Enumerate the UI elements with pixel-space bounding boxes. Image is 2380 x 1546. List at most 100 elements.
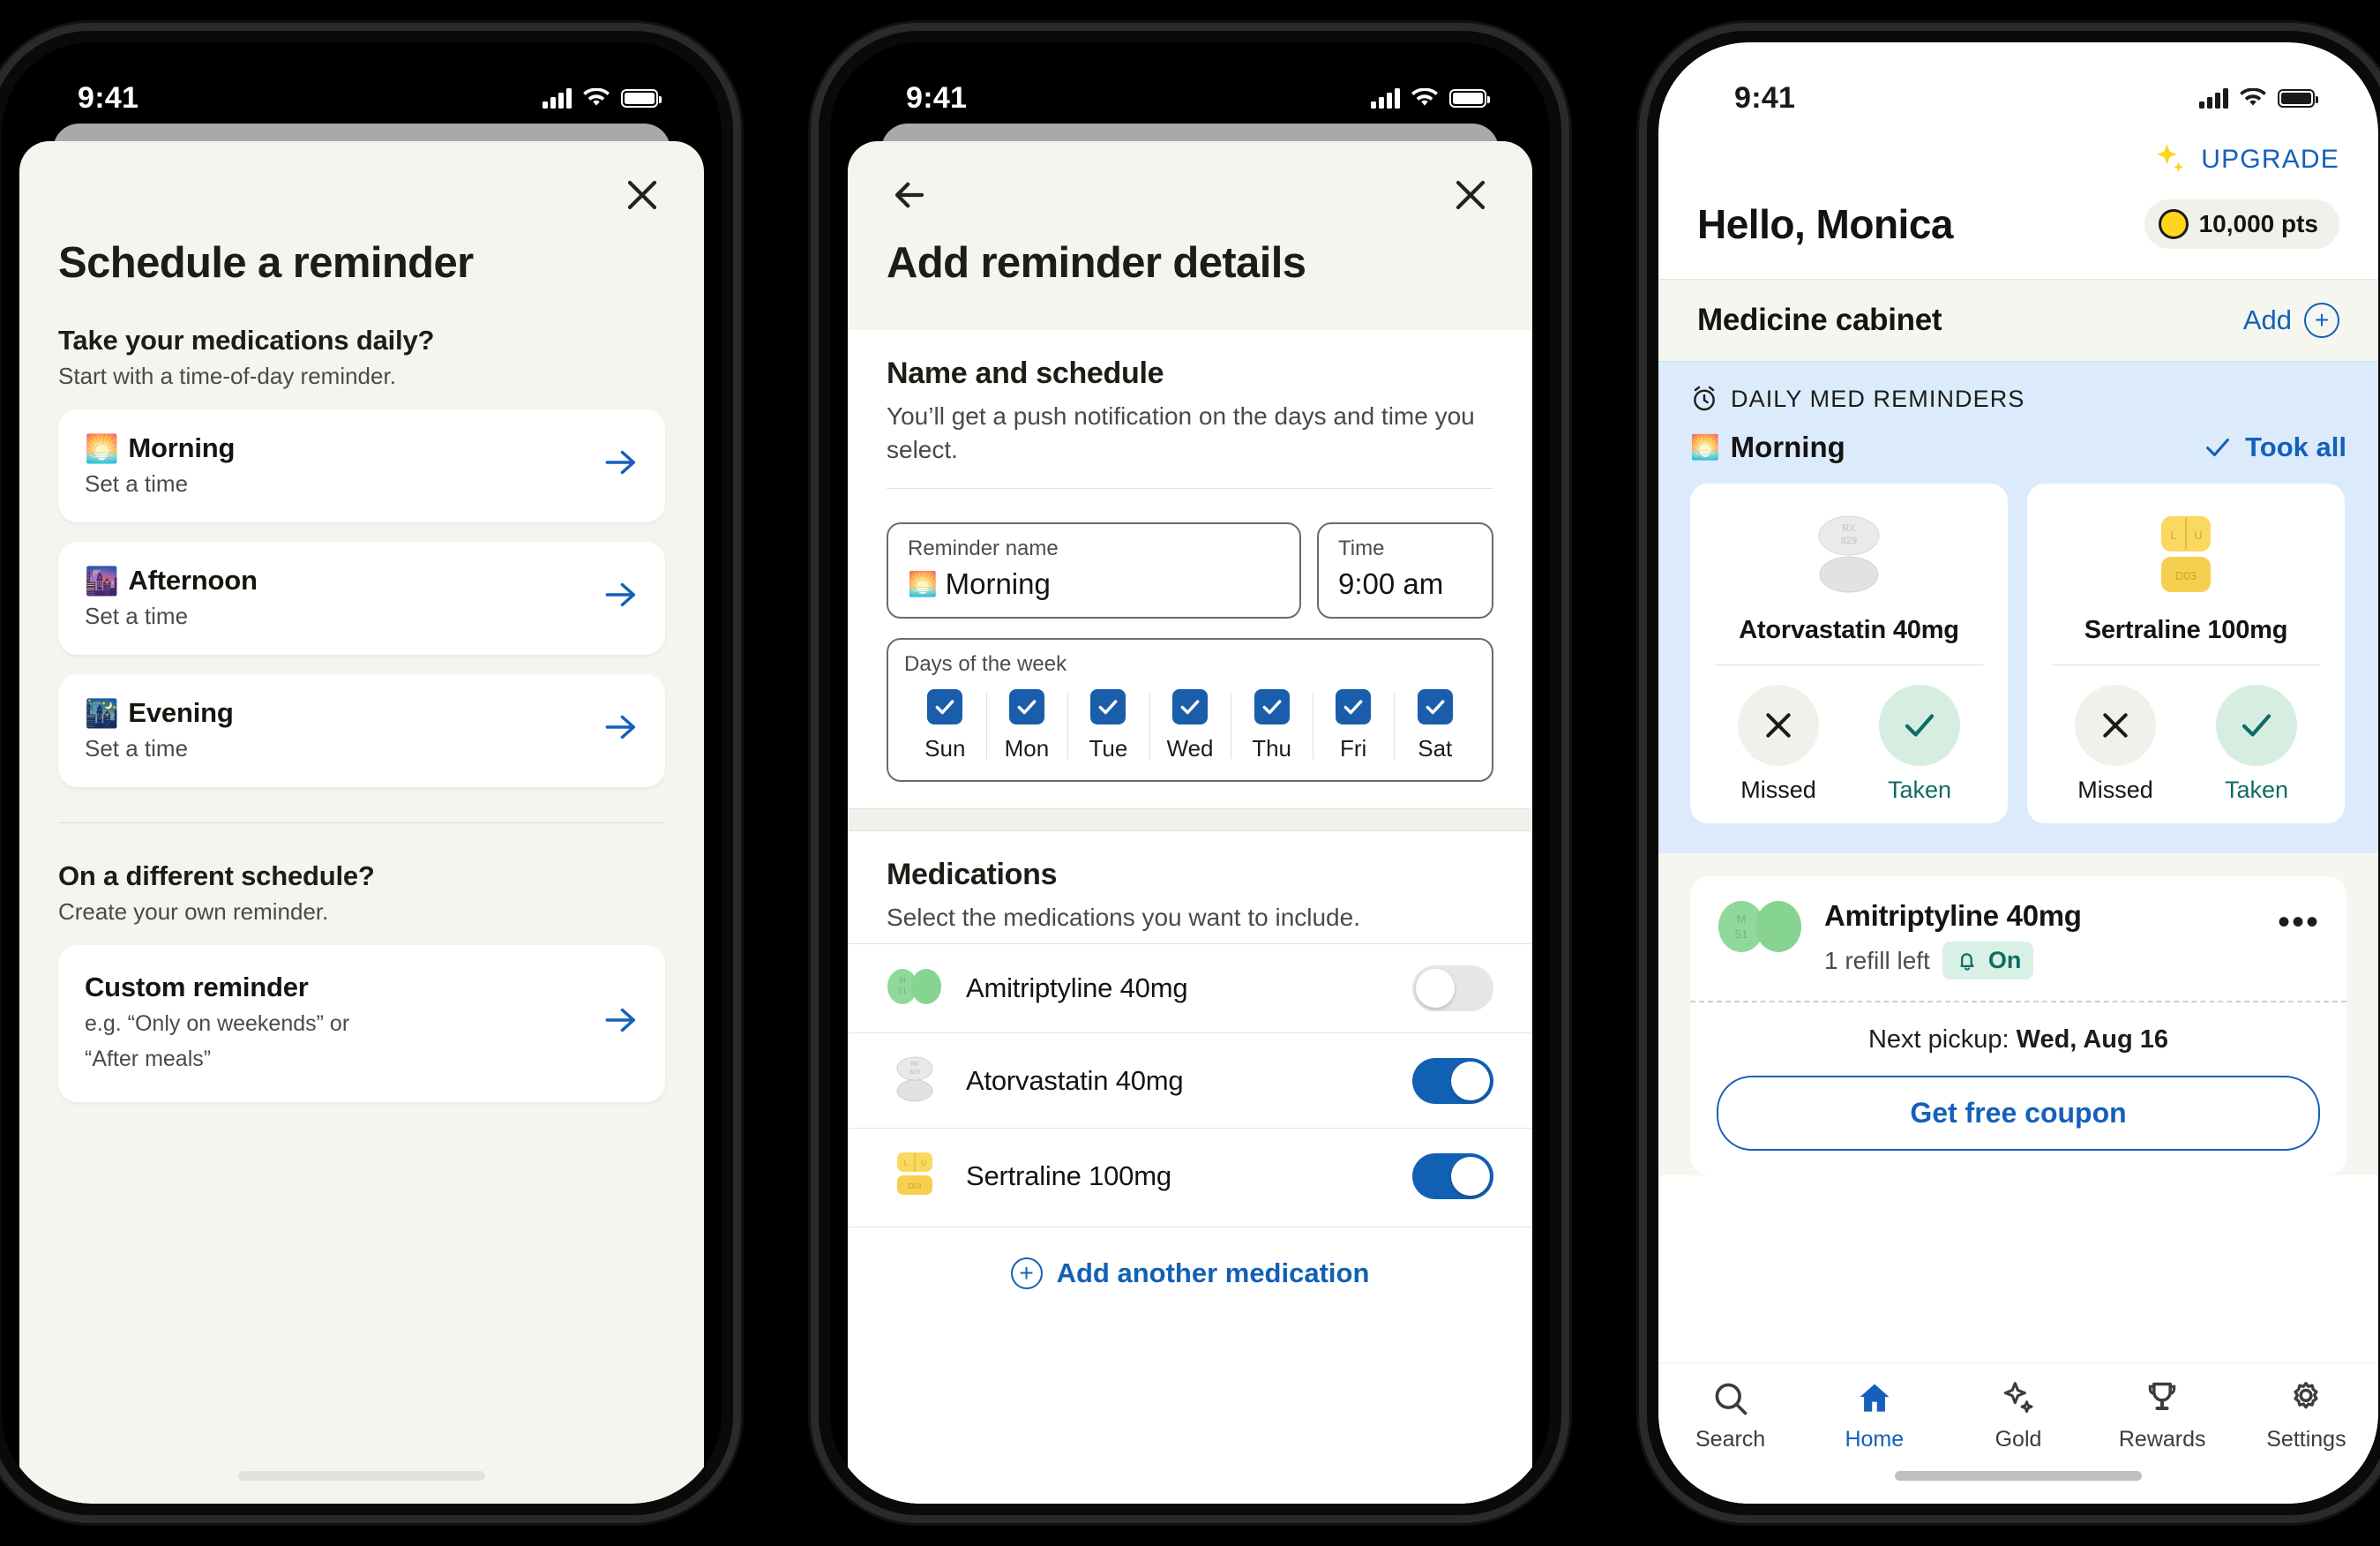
taken-button[interactable]: Taken bbox=[1879, 685, 1960, 804]
reminder-details-sheet: Add reminder details Name and schedule Y… bbox=[848, 141, 1532, 1504]
block-divider bbox=[887, 488, 1493, 490]
sheet-header: Schedule a reminder bbox=[19, 141, 704, 288]
taken-label: Taken bbox=[2224, 777, 2289, 803]
medications-heading: Medications bbox=[887, 858, 1058, 892]
svg-text:RX: RX bbox=[1842, 523, 1856, 534]
status-icons bbox=[543, 87, 662, 109]
svg-text:51: 51 bbox=[898, 987, 907, 995]
reminder-state-badge[interactable]: On bbox=[1942, 942, 2034, 979]
svg-text:U: U bbox=[921, 1160, 926, 1167]
day-checkbox-sat[interactable]: Sat bbox=[1394, 689, 1476, 762]
reminder-med-cards: RX 829 Atorvastatin 40mg Missed Taken L … bbox=[1690, 484, 2346, 823]
days-of-week-list: Sun Mon Tue Wed Thu Fri Sat bbox=[904, 689, 1476, 762]
day-checkbox-wed[interactable]: Wed bbox=[1149, 689, 1231, 762]
upgrade-button[interactable]: UPGRADE bbox=[1697, 134, 2339, 178]
reminder-details-scroll[interactable]: Name and schedule You’ll get a push noti… bbox=[848, 330, 1532, 1504]
svg-text:M: M bbox=[1737, 912, 1747, 926]
svg-text:D03: D03 bbox=[2175, 569, 2197, 582]
status-time: 9:41 bbox=[78, 80, 139, 115]
close-icon[interactable] bbox=[619, 172, 665, 218]
tab-home[interactable]: Home bbox=[1802, 1379, 1946, 1452]
checkbox-checked-icon bbox=[1172, 689, 1209, 725]
phone-1-screen: 9:41 Schedule a reminder Take your medic… bbox=[2, 42, 722, 1504]
medication-row-atorvastatin[interactable]: RX 829 Atorvastatin 40mg bbox=[848, 1032, 1532, 1129]
day-label: Mon bbox=[1004, 735, 1050, 762]
get-free-coupon-button[interactable]: Get free coupon bbox=[1717, 1076, 2320, 1151]
reminder-name-input[interactable]: Reminder name 🌅 Morning bbox=[887, 522, 1301, 619]
reminder-time-input[interactable]: Time 9:00 am bbox=[1317, 522, 1493, 619]
svg-text:L: L bbox=[2170, 529, 2176, 542]
option-morning-text: 🌅 Morning Set a time bbox=[85, 432, 235, 498]
more-options-icon[interactable]: ••• bbox=[2278, 899, 2320, 940]
checkbox-checked-icon bbox=[1008, 689, 1044, 725]
add-another-medication-button[interactable]: + Add another medication bbox=[848, 1227, 1532, 1290]
medication-card-name: Amitriptyline 40mg bbox=[1824, 899, 2082, 932]
tab-settings[interactable]: Settings bbox=[2234, 1379, 2378, 1452]
green-oval-pill-icon: M 51 bbox=[1717, 899, 1805, 954]
add-medication-button[interactable]: Add + bbox=[2243, 303, 2339, 338]
name-schedule-subheading: You’ll get a push notification on the da… bbox=[887, 402, 1475, 464]
svg-text:D03: D03 bbox=[909, 1182, 922, 1190]
medication-card-amitriptyline: M 51 Amitriptyline 40mg 1 refill left On… bbox=[1690, 876, 2346, 1175]
status-time: 9:41 bbox=[906, 80, 968, 115]
tab-rewards[interactable]: Rewards bbox=[2091, 1379, 2234, 1452]
x-icon bbox=[1738, 685, 1819, 766]
medication-name: Atorvastatin 40mg bbox=[966, 1064, 1184, 1096]
option-card-morning[interactable]: 🌅 Morning Set a time bbox=[58, 409, 665, 522]
sparkle-icon bbox=[2157, 144, 2184, 172]
sheet-topbar bbox=[58, 168, 665, 222]
wifi-icon bbox=[2240, 87, 2266, 106]
taken-button[interactable]: Taken bbox=[2216, 685, 2297, 804]
day-checkbox-sun[interactable]: Sun bbox=[904, 689, 986, 762]
took-all-button[interactable]: Took all bbox=[2203, 432, 2346, 463]
medication-toggle-off[interactable] bbox=[1412, 965, 1493, 1012]
day-label: Tue bbox=[1089, 735, 1128, 762]
plus-circle-icon: + bbox=[2304, 303, 2339, 338]
svg-text:U: U bbox=[2194, 529, 2202, 542]
tab-search[interactable]: Search bbox=[1658, 1379, 1802, 1452]
chevron-right-icon bbox=[603, 447, 639, 483]
option-morning-title: Morning bbox=[128, 432, 236, 463]
sunrise-icon: 🌅 bbox=[1690, 433, 1720, 461]
day-checkbox-thu[interactable]: Thu bbox=[1231, 689, 1313, 762]
name-schedule-heading: Name and schedule bbox=[887, 356, 1164, 390]
missed-button[interactable]: Missed bbox=[1738, 685, 1819, 804]
greeting-text: Hello, Monica bbox=[1697, 201, 1953, 247]
home-header: UPGRADE Hello, Monica 10,000 pts bbox=[1658, 134, 2378, 279]
cellular-signal-icon bbox=[543, 87, 572, 109]
day-checkbox-fri[interactable]: Fri bbox=[1312, 689, 1395, 762]
card-divider bbox=[2052, 664, 2320, 665]
wifi-icon bbox=[583, 87, 610, 106]
points-badge[interactable]: 10,000 pts bbox=[2144, 199, 2339, 249]
medication-row-sertraline[interactable]: L U D03 Sertraline 100mg bbox=[848, 1128, 1532, 1224]
option-card-evening[interactable]: 🌃 Evening Set a time bbox=[58, 674, 665, 787]
reminder-group-header: 🌅 Morning Took all bbox=[1690, 431, 2346, 464]
tab-label: Search bbox=[1695, 1427, 1766, 1452]
bell-icon bbox=[1960, 952, 1974, 971]
medication-row-amitriptyline[interactable]: M 51 Amitriptyline 40mg bbox=[848, 943, 1532, 1033]
home-indicator bbox=[1895, 1471, 2142, 1481]
status-icons bbox=[1371, 87, 1490, 109]
day-checkbox-mon[interactable]: Mon bbox=[985, 689, 1068, 762]
status-bar: 9:41 bbox=[1658, 42, 2378, 134]
schedule-options-body: Take your medications daily? Start with … bbox=[19, 325, 704, 1102]
medication-card-info: Amitriptyline 40mg 1 refill left On bbox=[1824, 899, 2258, 979]
phone-1-schedule-reminder: 9:41 Schedule a reminder Take your medic… bbox=[0, 23, 741, 1523]
option-card-custom-reminder[interactable]: Custom reminder e.g. “Only on weekends” … bbox=[58, 945, 665, 1102]
day-checkbox-tue[interactable]: Tue bbox=[1067, 689, 1149, 762]
close-icon[interactable] bbox=[1448, 172, 1493, 218]
cellular-signal-icon bbox=[1371, 87, 1400, 109]
back-arrow-icon[interactable] bbox=[887, 172, 932, 218]
tab-gold[interactable]: Gold bbox=[1946, 1379, 2090, 1452]
medicine-cabinet-header: Medicine cabinet Add + bbox=[1658, 279, 2378, 361]
green-oval-pill-icon: M 51 bbox=[887, 968, 943, 1009]
medication-toggle-on[interactable] bbox=[1412, 1152, 1493, 1199]
days-of-week-group: Days of the week Sun Mon Tue Wed Thu Fri… bbox=[887, 638, 1493, 783]
tab-label: Gold bbox=[1995, 1427, 2042, 1452]
missed-button[interactable]: Missed bbox=[2075, 685, 2156, 804]
tab-label: Home bbox=[1845, 1427, 1905, 1452]
svg-text:L: L bbox=[904, 1160, 909, 1167]
card-dashed-divider bbox=[1690, 1001, 2346, 1002]
option-card-afternoon[interactable]: 🌆 Afternoon Set a time bbox=[58, 542, 665, 655]
medication-toggle-on[interactable] bbox=[1412, 1057, 1493, 1104]
